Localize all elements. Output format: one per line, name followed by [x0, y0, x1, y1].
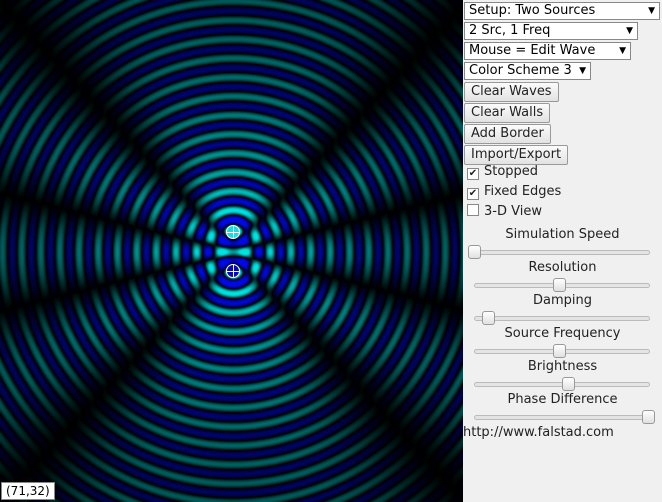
chevron-down-icon: ▼: [648, 6, 655, 16]
website-link[interactable]: http://www.falstad.com: [463, 425, 614, 440]
stopped-checkbox[interactable]: ✔ Stopped: [467, 163, 538, 181]
3d-view-checkbox[interactable]: 3-D View: [467, 203, 542, 221]
brightness-knob[interactable]: [561, 377, 575, 391]
damping-slider[interactable]: [474, 311, 650, 325]
3d-view-label: 3-D View: [484, 204, 542, 219]
source-1-marker[interactable]: [226, 225, 240, 239]
source-frequency-slider[interactable]: [474, 344, 650, 358]
import-export-button[interactable]: Import/Export: [464, 145, 569, 165]
mouse-mode-select-label: Mouse = Edit Wave: [469, 43, 596, 58]
setup-select-label: Setup: Two Sources: [469, 3, 596, 18]
damping-label: Damping: [533, 293, 592, 308]
phase-difference-label: Phase Difference: [507, 392, 618, 407]
chevron-down-icon: ▼: [579, 66, 586, 76]
color-scheme-select-label: Color Scheme 3: [469, 63, 572, 78]
chevron-down-icon: ▼: [619, 46, 626, 56]
coordinate-readout: (71,32): [1, 482, 55, 500]
damping-knob[interactable]: [481, 311, 495, 325]
resolution-knob[interactable]: [553, 278, 567, 292]
source-frequency-label: Source Frequency: [504, 326, 621, 341]
brightness-slider[interactable]: [474, 377, 650, 391]
3d-view-checkbox-box[interactable]: [467, 204, 479, 216]
clear-walls-button[interactable]: Clear Walls: [464, 103, 551, 123]
control-panel: Setup: Two Sources ▼ 2 Src, 1 Freq ▼ Mou…: [463, 0, 662, 502]
add-border-button[interactable]: Add Border: [464, 124, 551, 144]
clear-waves-button[interactable]: Clear Waves: [464, 82, 559, 102]
stopped-label: Stopped: [484, 164, 539, 179]
brightness-label: Brightness: [527, 359, 598, 374]
fixed-edges-label: Fixed Edges: [484, 184, 562, 199]
simulation-speed-slider[interactable]: [468, 245, 650, 259]
sources-select[interactable]: 2 Src, 1 Freq ▼: [464, 22, 638, 40]
color-scheme-select[interactable]: Color Scheme 3 ▼: [464, 62, 591, 80]
simulation-speed-knob[interactable]: [468, 245, 481, 259]
stopped-checkmark-icon[interactable]: ✔: [467, 168, 479, 180]
fixed-edges-checkbox[interactable]: ✔ Fixed Edges: [467, 183, 561, 201]
wave-simulation-area[interactable]: (71,32): [0, 0, 463, 502]
sources-select-label: 2 Src, 1 Freq: [469, 23, 551, 38]
fixed-edges-checkmark-icon[interactable]: ✔: [467, 188, 479, 200]
phase-difference-slider[interactable]: [474, 410, 655, 424]
resolution-slider[interactable]: [474, 278, 650, 292]
mouse-mode-select[interactable]: Mouse = Edit Wave ▼: [464, 42, 631, 60]
chevron-down-icon: ▼: [626, 26, 633, 36]
phase-difference-knob[interactable]: [642, 410, 655, 424]
simulation-speed-label: Simulation Speed: [505, 227, 620, 242]
resolution-label: Resolution: [528, 260, 597, 275]
source-2-marker[interactable]: [226, 264, 240, 278]
wave-canvas[interactable]: [0, 0, 463, 502]
setup-select[interactable]: Setup: Two Sources ▼: [464, 2, 660, 20]
source-frequency-knob[interactable]: [553, 344, 567, 358]
